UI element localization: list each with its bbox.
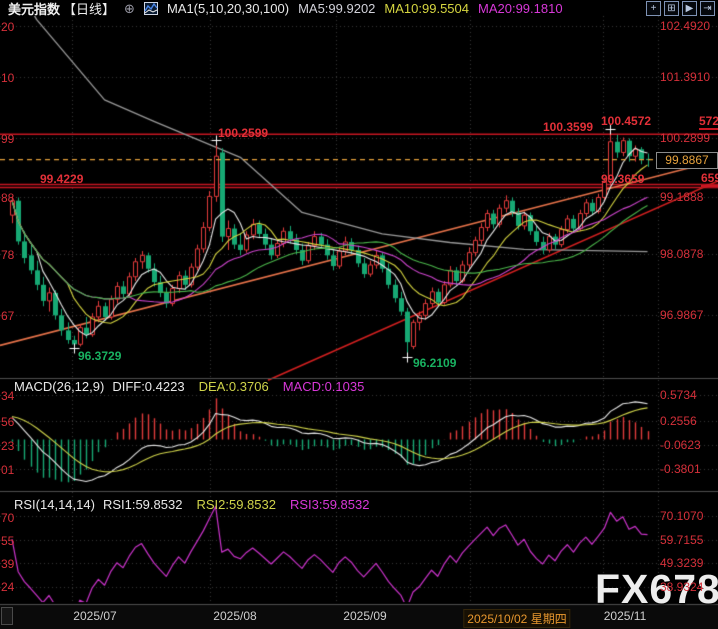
rsi-header: RSI(14,14,14) RSI1:59.8532 RSI2:59.8532 … <box>14 497 369 512</box>
play-forward-tool-icon[interactable]: ▶ <box>682 1 697 16</box>
rsi2-value: RSI2:59.8532 <box>196 497 276 512</box>
ma-settings-label: MA1(5,10,20,30,100) <box>166 1 290 16</box>
price-marker: 99.8867 <box>656 151 718 169</box>
macd-header: MACD(26,12,9) DIFF:0.4223 DEA:0.3706 MAC… <box>14 379 364 394</box>
watermark-logo: FX678 <box>595 566 718 612</box>
symbol-title: 美元指数 <box>8 2 61 17</box>
rsi1-value: RSI1:59.8532 <box>102 497 183 512</box>
macd-diff-value: DIFF:0.4223 <box>112 379 185 394</box>
chart-canvas[interactable] <box>0 0 718 629</box>
crosshair-tool-icon[interactable]: + <box>646 1 661 16</box>
go-to-end-tool-icon[interactable]: ⇥ <box>700 1 715 16</box>
zoom-fit-tool-icon[interactable]: ⊞ <box>664 1 679 16</box>
macd-macd-value: MACD:0.1035 <box>282 379 365 394</box>
interval-label: 【日线】 <box>63 2 116 17</box>
ma5-value: MA5:99.9202 <box>298 1 376 16</box>
add-indicator-icon[interactable]: ⊕ <box>124 1 135 17</box>
ma10-value: MA10:99.5504 <box>384 1 469 16</box>
ma20-value: MA20:99.1810 <box>478 1 563 16</box>
macd-dea-value: DEA:0.3706 <box>198 379 269 394</box>
macd-name: MACD(26,12,9) <box>14 379 105 394</box>
chart-toolbar: + ⊞ ▶ ⇥ <box>646 1 715 16</box>
chart-header: 美元指数 【日线】 ⊕ MA1(5,10,20,30,100) MA5:99.92… <box>0 0 718 18</box>
rsi-name: RSI(14,14,14) <box>14 497 95 512</box>
axis-corner-box <box>1 607 13 625</box>
chart-type-icon[interactable] <box>143 2 158 15</box>
rsi3-value: RSI3:59.8532 <box>289 497 370 512</box>
